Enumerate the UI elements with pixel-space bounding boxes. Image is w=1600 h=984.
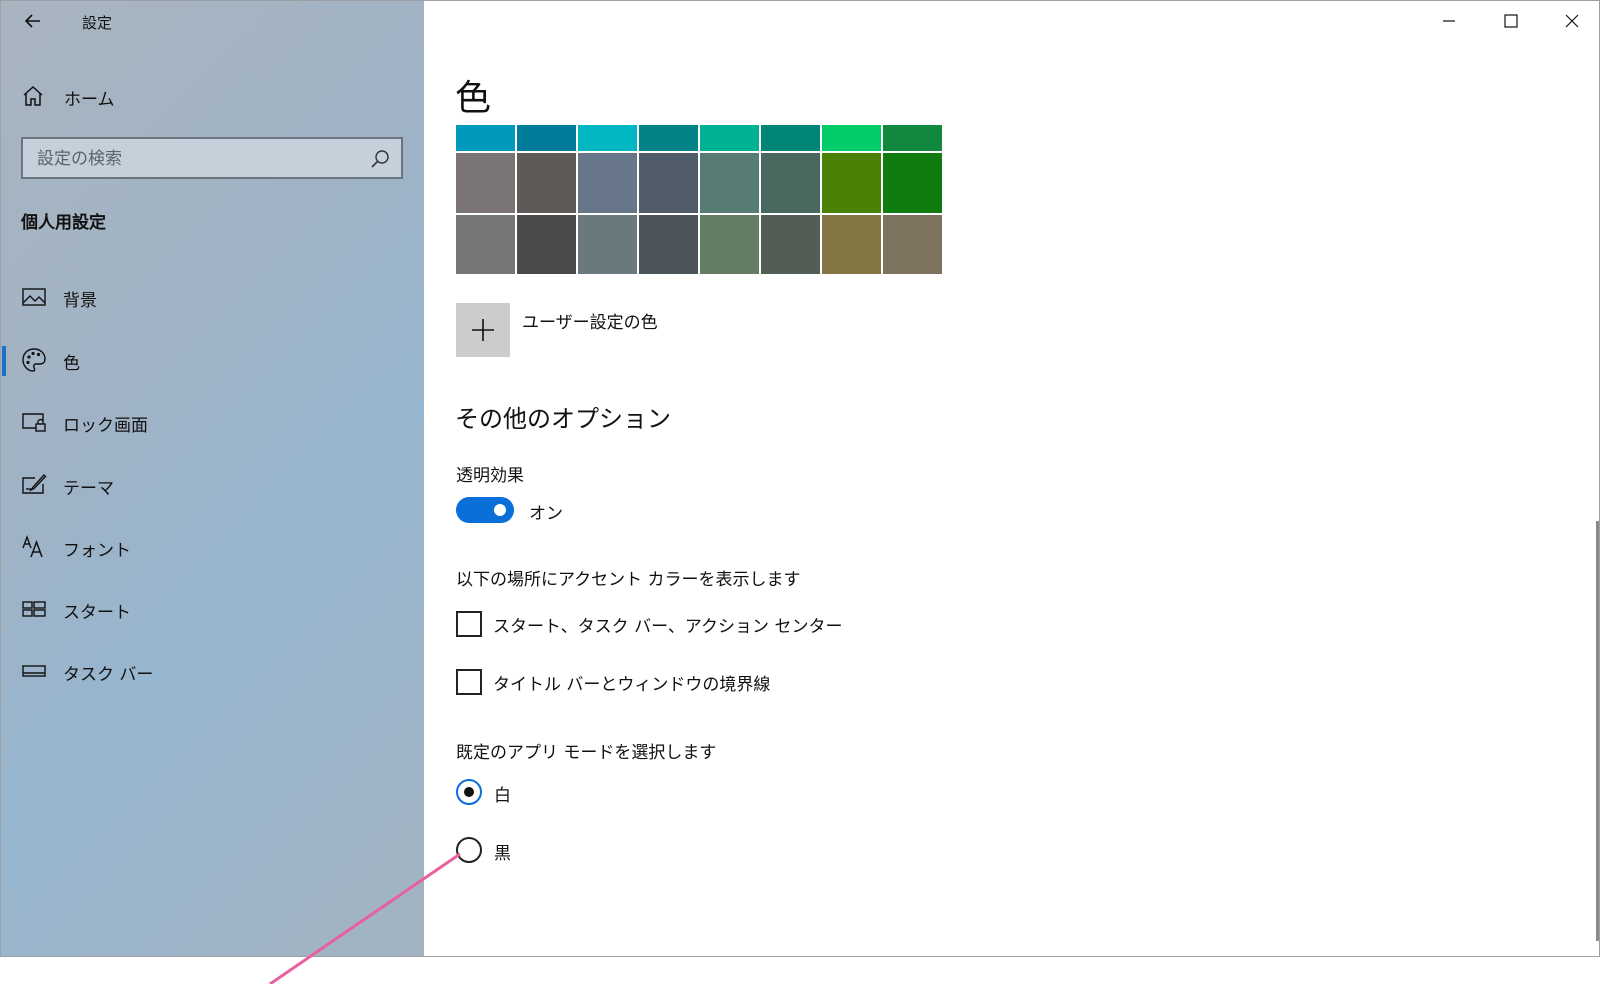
sidebar-item-background[interactable]: 背景	[1, 275, 424, 319]
sidebar-home[interactable]: ホーム	[1, 79, 424, 113]
color-swatch[interactable]	[761, 125, 820, 151]
search-icon[interactable]	[369, 148, 391, 170]
sidebar-item-label: 色	[63, 354, 80, 374]
color-swatch[interactable]	[822, 153, 881, 213]
image-icon	[22, 288, 46, 306]
app-mode-light-radio[interactable]	[456, 779, 482, 805]
transparency-state: オン	[529, 504, 563, 524]
start-taskbar-checkbox[interactable]	[456, 611, 482, 637]
radio-dot	[464, 787, 474, 797]
color-swatch[interactable]	[517, 215, 576, 274]
page-title: 色	[455, 78, 492, 119]
main-content: 色 ユーザー設定の色 その他のオプション 透明効果 オン 以下の場所にアクセント…	[424, 1, 1599, 956]
title-bar: 設定	[1, 1, 424, 41]
color-swatch[interactable]	[578, 215, 637, 274]
color-swatch[interactable]	[761, 215, 820, 274]
start-tiles-icon	[22, 601, 46, 617]
custom-color-label: ユーザー設定の色	[522, 313, 658, 333]
app-mode-label: 既定のアプリ モードを選択します	[456, 743, 717, 763]
color-swatch[interactable]	[456, 153, 515, 213]
color-swatch[interactable]	[700, 215, 759, 274]
back-arrow-icon	[24, 14, 40, 28]
palette-icon	[22, 348, 46, 372]
back-button[interactable]	[19, 7, 47, 35]
color-swatch[interactable]	[456, 215, 515, 274]
taskbar-icon	[22, 665, 46, 677]
sidebar-item-lock-screen[interactable]: ロック画面	[1, 400, 424, 444]
color-swatch[interactable]	[578, 153, 637, 213]
app-mode-dark-radio[interactable]	[456, 837, 482, 863]
color-swatch[interactable]	[761, 153, 820, 213]
color-swatch[interactable]	[639, 215, 698, 274]
start-taskbar-checkbox-label: スタート、タスク バー、アクション センター	[493, 617, 843, 637]
sidebar-item-taskbar[interactable]: タスク バー	[1, 649, 424, 693]
color-swatch[interactable]	[639, 125, 698, 151]
accent-surfaces-label: 以下の場所にアクセント カラーを表示します	[456, 570, 801, 590]
app-mode-light-label: 白	[494, 786, 511, 806]
toggle-knob	[494, 504, 506, 516]
custom-color-button[interactable]	[456, 303, 510, 357]
sidebar-item-start[interactable]: スタート	[1, 587, 424, 631]
color-swatch[interactable]	[822, 215, 881, 274]
sidebar-item-label: フォント	[63, 541, 131, 561]
color-swatch[interactable]	[822, 125, 881, 151]
color-swatch[interactable]	[578, 125, 637, 151]
title-bars-checkbox[interactable]	[456, 669, 482, 695]
app-title: 設定	[82, 14, 113, 32]
home-icon	[23, 85, 43, 106]
app-mode-dark-label: 黒	[494, 844, 511, 864]
settings-window: 設定 ホーム 個人用設定 背景	[0, 0, 1600, 957]
color-swatch[interactable]	[883, 153, 942, 213]
sidebar-item-themes[interactable]: テーマ	[1, 463, 424, 507]
sidebar-item-label: テーマ	[63, 479, 114, 499]
sidebar-home-label: ホーム	[64, 90, 115, 110]
sidebar-item-label: スタート	[63, 603, 131, 623]
color-swatch-grid	[456, 125, 943, 275]
transparency-toggle[interactable]	[456, 497, 514, 523]
sidebar-item-label: ロック画面	[63, 416, 148, 436]
section-title: 個人用設定	[21, 213, 106, 233]
sidebar-item-fonts[interactable]: フォント	[1, 525, 424, 569]
color-swatch[interactable]	[456, 125, 515, 151]
search-box[interactable]	[21, 137, 403, 179]
transparency-label: 透明効果	[456, 466, 524, 486]
color-swatch[interactable]	[700, 153, 759, 213]
sidebar-item-label: 背景	[63, 291, 97, 311]
scrollbar[interactable]	[1596, 521, 1599, 941]
color-swatch[interactable]	[517, 125, 576, 151]
font-icon	[22, 534, 43, 558]
theme-brush-icon	[22, 473, 47, 494]
color-swatch[interactable]	[517, 153, 576, 213]
color-swatch[interactable]	[700, 125, 759, 151]
lock-screen-icon	[22, 413, 46, 432]
search-input[interactable]	[37, 147, 357, 171]
color-swatch[interactable]	[883, 215, 942, 274]
color-swatch[interactable]	[639, 153, 698, 213]
sidebar-item-colors[interactable]: 色	[1, 338, 424, 382]
title-bars-checkbox-label: タイトル バーとウィンドウの境界線	[493, 675, 771, 695]
sidebar-item-label: タスク バー	[63, 665, 154, 685]
plus-icon	[472, 319, 494, 341]
sidebar: 設定 ホーム 個人用設定 背景	[1, 1, 424, 956]
more-options-heading: その他のオプション	[455, 405, 671, 433]
color-swatch[interactable]	[883, 125, 942, 151]
